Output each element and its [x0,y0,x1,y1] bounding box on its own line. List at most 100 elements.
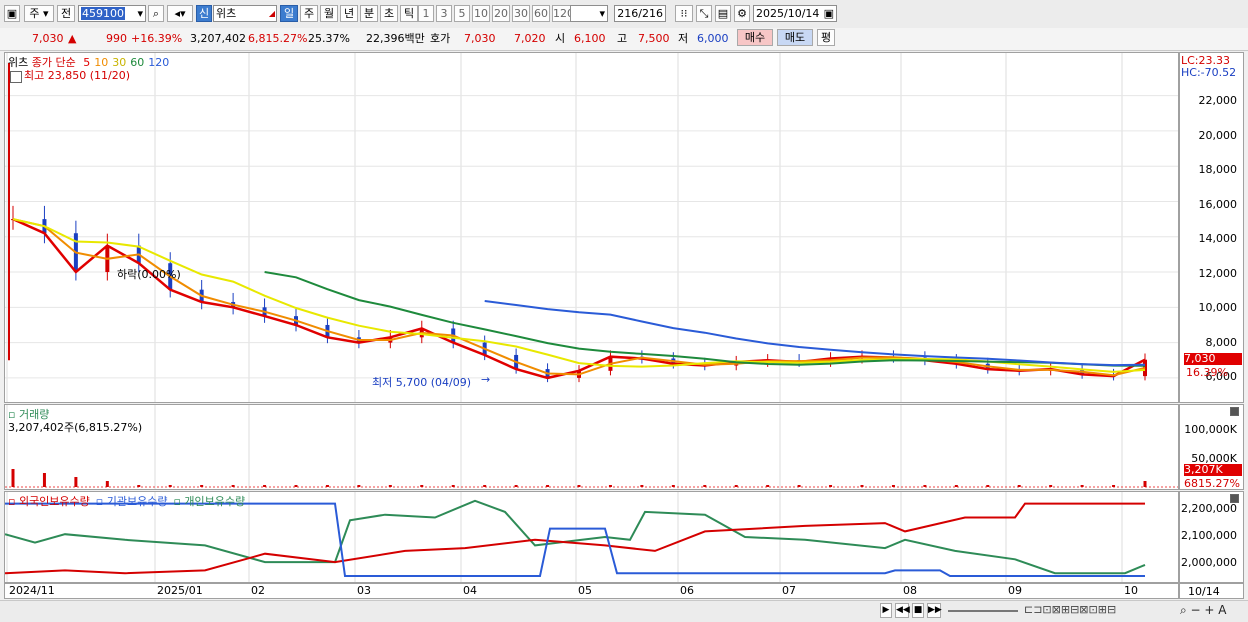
x-label-4: 04 [463,584,477,597]
volume-bar-36 [1143,481,1147,487]
price-axis: LC:23.33 HC:-70.52 22,000 20,000 18,000 16,… [1179,52,1244,403]
x-label-3: 03 [357,584,371,597]
save-icon[interactable]: ▤ [715,5,731,22]
prev-button[interactable]: 전 [57,5,75,22]
high-price: 7,500 [638,32,670,45]
bid-price: 7,020 [514,32,546,45]
volume-bar-9 [294,485,298,487]
market-label: 주 [29,7,40,20]
volume-bar-20 [640,485,644,487]
eval-button[interactable]: 평 [817,29,835,46]
buy-button[interactable]: 매수 [737,29,773,46]
volume-value: 3,207,402 [190,32,246,45]
volume-bar-27 [860,485,864,487]
period-tab-3[interactable]: 년 [340,5,358,22]
low-price: 6,000 [697,32,729,45]
gear-icon[interactable]: ⚙ [734,5,750,22]
minute-tab-5[interactable]: 30 [512,5,530,22]
period-tab-1[interactable]: 주 [300,5,318,22]
period-tab-5[interactable]: 초 [380,5,398,22]
sell-button[interactable]: 매도 [777,29,813,46]
forward-icon[interactable]: ▶▶ [927,603,942,618]
fall-note: 하락(0.00%) [117,268,181,281]
period-tab-0[interactable]: 일 [280,5,298,22]
volume-bar-21 [671,485,675,487]
volume-bar-31 [986,485,990,487]
turnover: 25.37% [308,32,350,45]
minute-tab-4[interactable]: 20 [492,5,510,22]
volume-axis: 100,000K 50,000K 3,207K 6815.27% [1179,404,1244,490]
period-tab-2[interactable]: 월 [320,5,338,22]
price-ytick-7: 8,000 [1205,335,1238,349]
x-label-0: 2024/11 [9,584,55,597]
open-label: 시 [555,32,566,45]
minute-tab-1[interactable]: 3 [436,5,452,22]
volume-bar-32 [1017,485,1021,487]
play-icon[interactable]: ▶ [880,603,892,618]
vol-ytick-100k: 100,000K [1184,423,1237,436]
x-end-label: 10/14 [1188,585,1220,598]
rewind-icon[interactable]: ◀◀ [895,603,910,618]
holdings-close-icon[interactable] [1230,494,1239,503]
drawing-tools-icon[interactable]: ⊏⊐⊡⊠⊞⊟⊠⊡⊞⊟ [1024,603,1116,616]
pane-close-icon[interactable] [1230,407,1239,416]
change-value: 990 [106,32,127,45]
holdings-pane[interactable]: ▫ 외국인보유수량 ▫ 기관보유수량 ▫ 개인보유수량 [4,491,1179,583]
hold-ytick-2100000: 2,100,000 [1181,529,1237,542]
volume-value: 3,207,402주(6,815.27%) [8,421,143,434]
zoom-icons[interactable]: ⌕ − + A [1180,603,1226,618]
volume-bar-16 [514,485,518,487]
market-select[interactable]: 주 ▾ [24,5,54,22]
trade-amount: 22,396백만 [366,32,425,45]
volume-bar-3 [105,481,109,487]
volume-bar-22 [703,485,707,487]
minute-tab-3[interactable]: 10 [472,5,490,22]
volume-bar-13 [420,485,424,487]
volume-bar-12 [388,485,392,487]
volume-current-pct: 6815.27% [1184,477,1240,490]
volume-bar-34 [1080,485,1084,487]
arrow-right-icon: → [481,373,491,386]
ma-legend-60: 60 [130,56,145,69]
low-label: 저 [678,32,689,45]
volume-bar-17 [546,485,550,487]
zoom-slider[interactable] [948,610,1018,612]
volume-bar-8 [263,485,267,487]
volume-bar-18 [577,485,581,487]
code-input[interactable]: 459100 ▾ [78,5,146,22]
minute-tab-6[interactable]: 60 [532,5,550,22]
price-ytick-4: 14,000 [1198,232,1238,245]
price-ytick-3: 16,000 [1198,197,1238,211]
top-toolbar: ▣ 주 ▾ 전 459100 ▾ ⌕ ◂▾ 신 위츠 ◢ 일주월년분초틱 1 3 5 10… [0,0,1248,29]
chart-type-icon[interactable]: ⁝⁝ [675,5,693,22]
period-tab-6[interactable]: 틱 [400,5,418,22]
up-arrow-icon: ▲ [68,32,77,45]
ask-price: 7,030 [464,32,496,45]
ma-line-5 [12,217,1146,380]
minute-tab-0[interactable]: 1 [418,5,434,22]
count-field[interactable]: 216/216 [614,5,666,22]
volume-pane[interactable]: ▫ 거래량 3,207,402주(6,815.27%) [4,404,1179,490]
x-label-6: 06 [680,584,694,597]
calendar-icon[interactable] [10,71,22,83]
price-ytick-6: 10,000 [1198,301,1238,314]
volume-bar-4 [137,485,141,487]
volume-bar-11 [357,485,361,487]
ma-line-120 [484,300,1146,367]
volume-bar-15 [483,485,487,487]
stop-icon[interactable]: ■ [912,603,924,618]
crosshair-icon[interactable]: ⤡ [696,5,712,22]
price-pane[interactable]: 위츠 종가 단순 5 10 30 60 120 최고 23,850 (11/20) 하락… [4,52,1179,403]
period-tab-4[interactable]: 분 [360,5,378,22]
stock-name-field[interactable]: 위츠 ◢ [213,5,277,22]
price-ytick-2: 18,000 [1198,163,1238,176]
date-field[interactable]: 2025/10/14 ▣ [753,5,837,22]
volume-bar-6 [200,485,204,487]
speaker-icon[interactable]: ◂▾ [167,5,193,22]
layout-icon[interactable]: ▣ [4,5,20,22]
search-icon[interactable]: ⌕ [148,5,164,22]
minute-tab-2[interactable]: 5 [454,5,470,22]
new-listing-badge: 신 [196,5,212,22]
interval-select[interactable]: ▾ [570,5,608,22]
volume-bar-23 [734,485,738,487]
